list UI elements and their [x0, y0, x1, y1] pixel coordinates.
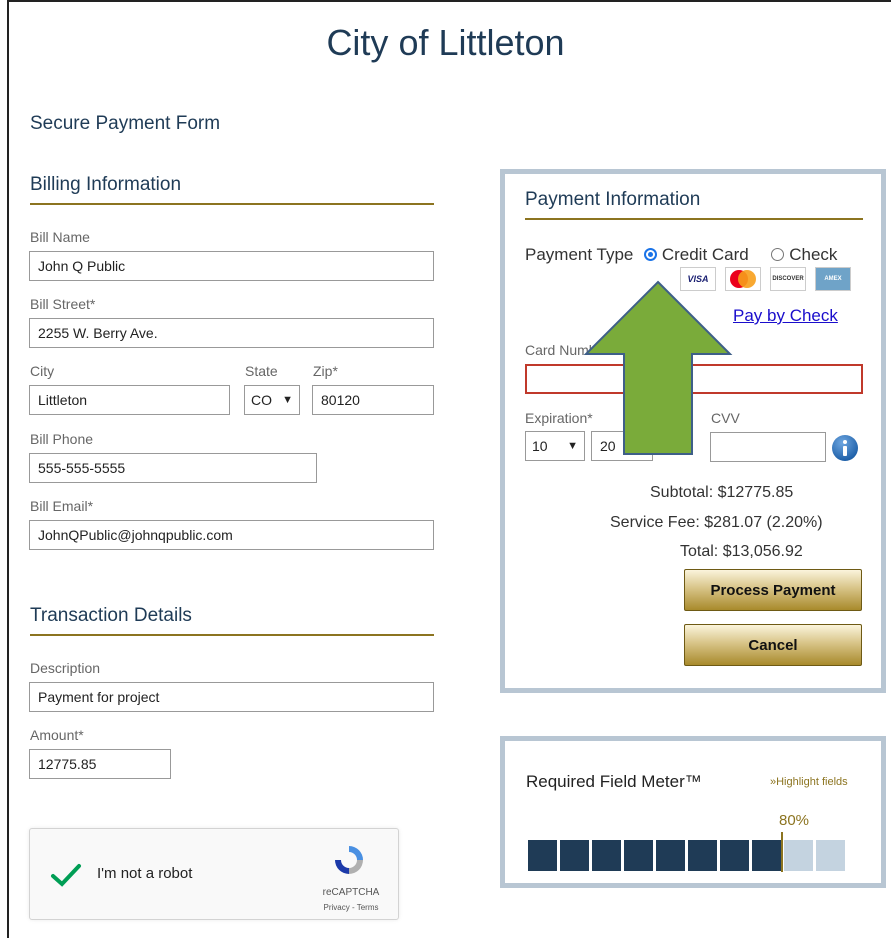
arrow-up-icon	[583, 280, 733, 455]
state-select[interactable]: CO ▼	[244, 385, 300, 415]
amount-label: Amount*	[30, 727, 84, 743]
process-payment-button[interactable]: Process Payment	[684, 569, 862, 611]
check-radio[interactable]	[771, 248, 785, 261]
phone-input[interactable]: 555-555-5555	[29, 453, 317, 483]
payment-heading: Payment Information	[525, 189, 701, 210]
bill-name-label: Bill Name	[30, 229, 90, 245]
meter-percent-label: 80%	[779, 812, 810, 829]
payment-type-row: Payment Type Credit Card Check	[525, 245, 837, 265]
description-input[interactable]: Payment for project	[29, 682, 434, 712]
meter-title: Required Field Meter™	[526, 772, 702, 791]
recaptcha-widget: I'm not a robot reCAPTCHA Privacy - Term…	[29, 828, 399, 920]
subtotal-value: $12775.85	[717, 484, 794, 501]
checkmark-icon[interactable]	[50, 863, 82, 887]
amex-icon: AMEX	[815, 267, 851, 291]
meter-segment-filled	[624, 840, 653, 871]
meter-segment-filled	[752, 840, 781, 871]
billing-heading: Billing Information	[30, 174, 182, 195]
discover-icon: DISCOVER	[770, 267, 806, 291]
cancel-button[interactable]: Cancel	[684, 624, 862, 666]
bill-street-label: Bill Street*	[30, 296, 96, 312]
meter-segment-filled	[528, 840, 557, 871]
zip-label: Zip*	[313, 363, 338, 379]
meter-segment-filled	[656, 840, 685, 871]
city-input[interactable]: Littleton	[29, 385, 230, 415]
payment-divider	[525, 218, 863, 220]
state-value: CO	[251, 392, 272, 408]
check-option-label[interactable]: Check	[789, 245, 837, 264]
transaction-heading: Transaction Details	[30, 605, 192, 626]
exp-month-value: 10	[532, 438, 548, 454]
recaptcha-links[interactable]: Privacy - Terms	[316, 903, 386, 912]
phone-label: Bill Phone	[30, 431, 94, 447]
meter-segment-empty	[816, 840, 845, 871]
total-value: $13,056.92	[722, 543, 803, 560]
service-fee-row: Service Fee: $281.07 (2.20%)	[610, 514, 823, 532]
bill-street-input[interactable]: 2255 W. Berry Ave.	[29, 318, 434, 348]
recaptcha-brand: reCAPTCHA	[322, 887, 380, 898]
amount-input[interactable]: 12775.85	[29, 749, 171, 779]
meter-segment-filled	[720, 840, 749, 871]
total-row: Total: $13,056.92	[680, 543, 803, 561]
page-title: City of Littleton	[326, 22, 565, 63]
recaptcha-logo-icon	[335, 846, 363, 874]
description-label: Description	[30, 660, 101, 676]
billing-divider	[30, 203, 434, 205]
exp-month-select[interactable]: 10 ▼	[525, 431, 585, 461]
city-label: City	[30, 363, 55, 379]
subtotal-row: Subtotal: $12775.85	[650, 484, 793, 502]
total-label: Total:	[680, 543, 719, 560]
chevron-down-icon: ▼	[567, 440, 578, 452]
bill-name-input[interactable]: John Q Public	[29, 251, 434, 281]
info-icon[interactable]	[831, 434, 859, 462]
service-fee-value: $281.07 (2.20%)	[704, 514, 823, 531]
form-title: Secure Payment Form	[30, 113, 221, 134]
chevron-down-icon: ▼	[282, 394, 293, 406]
email-label: Bill Email*	[30, 498, 94, 514]
credit-card-option-label[interactable]: Credit Card	[662, 245, 749, 264]
meter-bar	[528, 840, 845, 871]
highlight-fields-link[interactable]: »Highlight fields	[770, 776, 848, 788]
transaction-divider	[30, 634, 434, 636]
meter-marker	[781, 832, 783, 872]
subtotal-label: Subtotal:	[650, 484, 714, 501]
meter-segment-filled	[688, 840, 717, 871]
meter-segment-empty	[784, 840, 813, 871]
pay-by-check-link[interactable]: Pay by Check	[733, 306, 838, 326]
payment-type-label: Payment Type	[525, 245, 634, 264]
email-input[interactable]: JohnQPublic@johnqpublic.com	[29, 520, 434, 550]
state-label: State	[245, 363, 278, 379]
credit-card-radio[interactable]	[644, 248, 658, 261]
service-fee-label: Service Fee:	[610, 514, 700, 531]
recaptcha-label: I'm not a robot	[97, 865, 193, 882]
zip-input[interactable]: 80120	[312, 385, 434, 415]
meter-segment-filled	[592, 840, 621, 871]
meter-segment-filled	[560, 840, 589, 871]
